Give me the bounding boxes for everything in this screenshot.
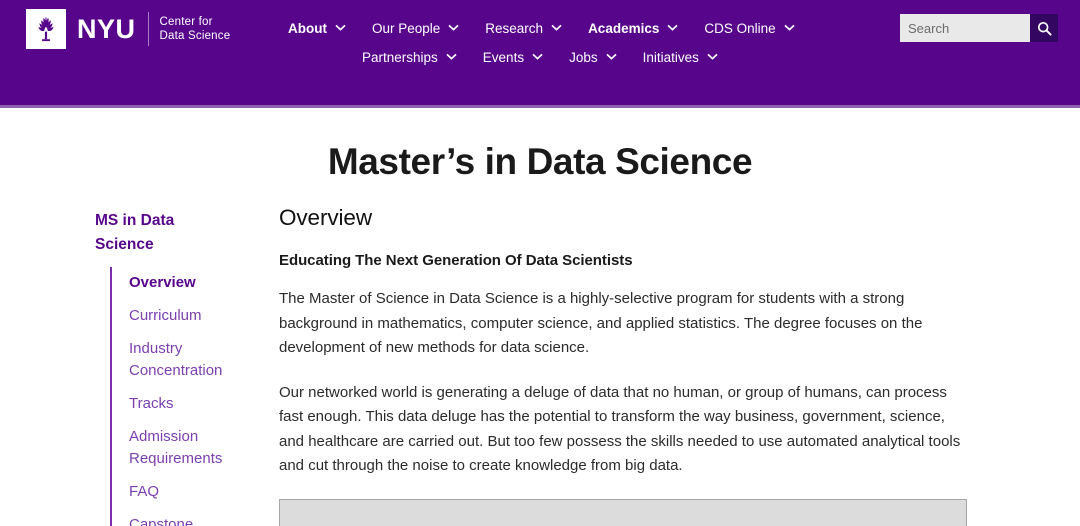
nav-item-initiatives[interactable]: Initiatives [643,50,718,65]
sidebar: MS in Data Science Overview Curriculum I… [95,209,270,526]
nav-item-partnerships[interactable]: Partnerships [362,50,457,65]
header-underline [0,105,1080,108]
nav-item-label: CDS Online [704,21,776,36]
chevron-down-icon [606,53,617,60]
sidebar-item-tracks[interactable]: Tracks [129,388,270,421]
nav-item-label: Our People [371,21,441,36]
nav-item-about[interactable]: About [288,21,346,36]
nav-item-label: Research [485,21,544,36]
nav-item-jobs[interactable]: Jobs [569,50,617,65]
sidebar-item-capstone[interactable]: Capstone [129,509,270,526]
chevron-down-icon [667,24,678,31]
nav-item-label: About [288,21,327,36]
paragraph: Our networked world is generating a delu… [279,383,961,475]
nav-item-label: Initiatives [642,50,699,65]
chevron-down-icon [551,24,562,31]
page-title: Master’s in Data Science [327,141,753,182]
nav-item-our-people[interactable]: Our People [372,21,459,36]
brand-subtitle-line-1: Center for [159,16,213,28]
media-embed-placeholder[interactable] [279,498,967,526]
nav-item-academics[interactable]: Academics [588,21,678,36]
nav-item-label: Jobs [569,50,598,65]
nav-row-secondary: Partnerships Events Jobs Initiatives [280,43,880,72]
sidebar-item-faq[interactable]: FAQ [129,476,270,509]
nav-item-events[interactable]: Events [483,50,543,65]
section-heading: Overview [279,205,372,230]
chevron-down-icon [784,24,795,31]
sidebar-nav-list: Overview Curriculum Industry Concentrati… [110,267,270,526]
chevron-down-icon [532,53,543,60]
sidebar-item-admission-requirements[interactable]: Admission Requirements [129,421,270,476]
main-content: Overview Educating The Next Generation O… [279,205,969,526]
paragraph: The Master of Science in Data Science is… [279,290,923,356]
nav-item-label: Events [482,50,525,65]
sidebar-item-industry-concentration[interactable]: Industry Concentration [129,333,270,388]
main-navigation: About Our People Research Academics CDS … [280,14,880,72]
search-icon [1037,21,1052,36]
nyu-wordmark: NYU [77,13,136,44]
search-input[interactable] [900,14,1030,42]
nav-row-primary: About Our People Research Academics CDS … [280,14,880,43]
nav-item-label: Partnerships [362,50,438,65]
brand-subtitle: Center for Data Science [160,15,231,43]
nyu-torch-icon [26,9,66,49]
nav-item-research[interactable]: Research [485,21,562,36]
section-subheading: Educating The Next Generation Of Data Sc… [279,252,633,269]
sidebar-item-overview[interactable]: Overview [129,267,270,300]
sidebar-item-curriculum[interactable]: Curriculum [129,300,270,333]
chevron-down-icon [707,53,718,60]
brand-logo[interactable]: NYU Center for Data Science [26,9,230,49]
nav-item-cds-online[interactable]: CDS Online [704,21,795,36]
sidebar-title: MS in Data Science [95,212,175,253]
chevron-down-icon [335,24,346,31]
brand-subtitle-line-2: Data Science [159,30,231,42]
site-search [900,14,1058,42]
nav-item-label: Academics [588,21,660,36]
chevron-down-icon [448,24,459,31]
chevron-down-icon [446,53,457,60]
brand-divider [147,12,149,46]
site-header: NYU Center for Data Science About Our Pe… [0,0,1080,108]
search-submit-button[interactable] [1030,14,1058,42]
page-body: MS in Data Science Overview Curriculum I… [0,183,1080,526]
